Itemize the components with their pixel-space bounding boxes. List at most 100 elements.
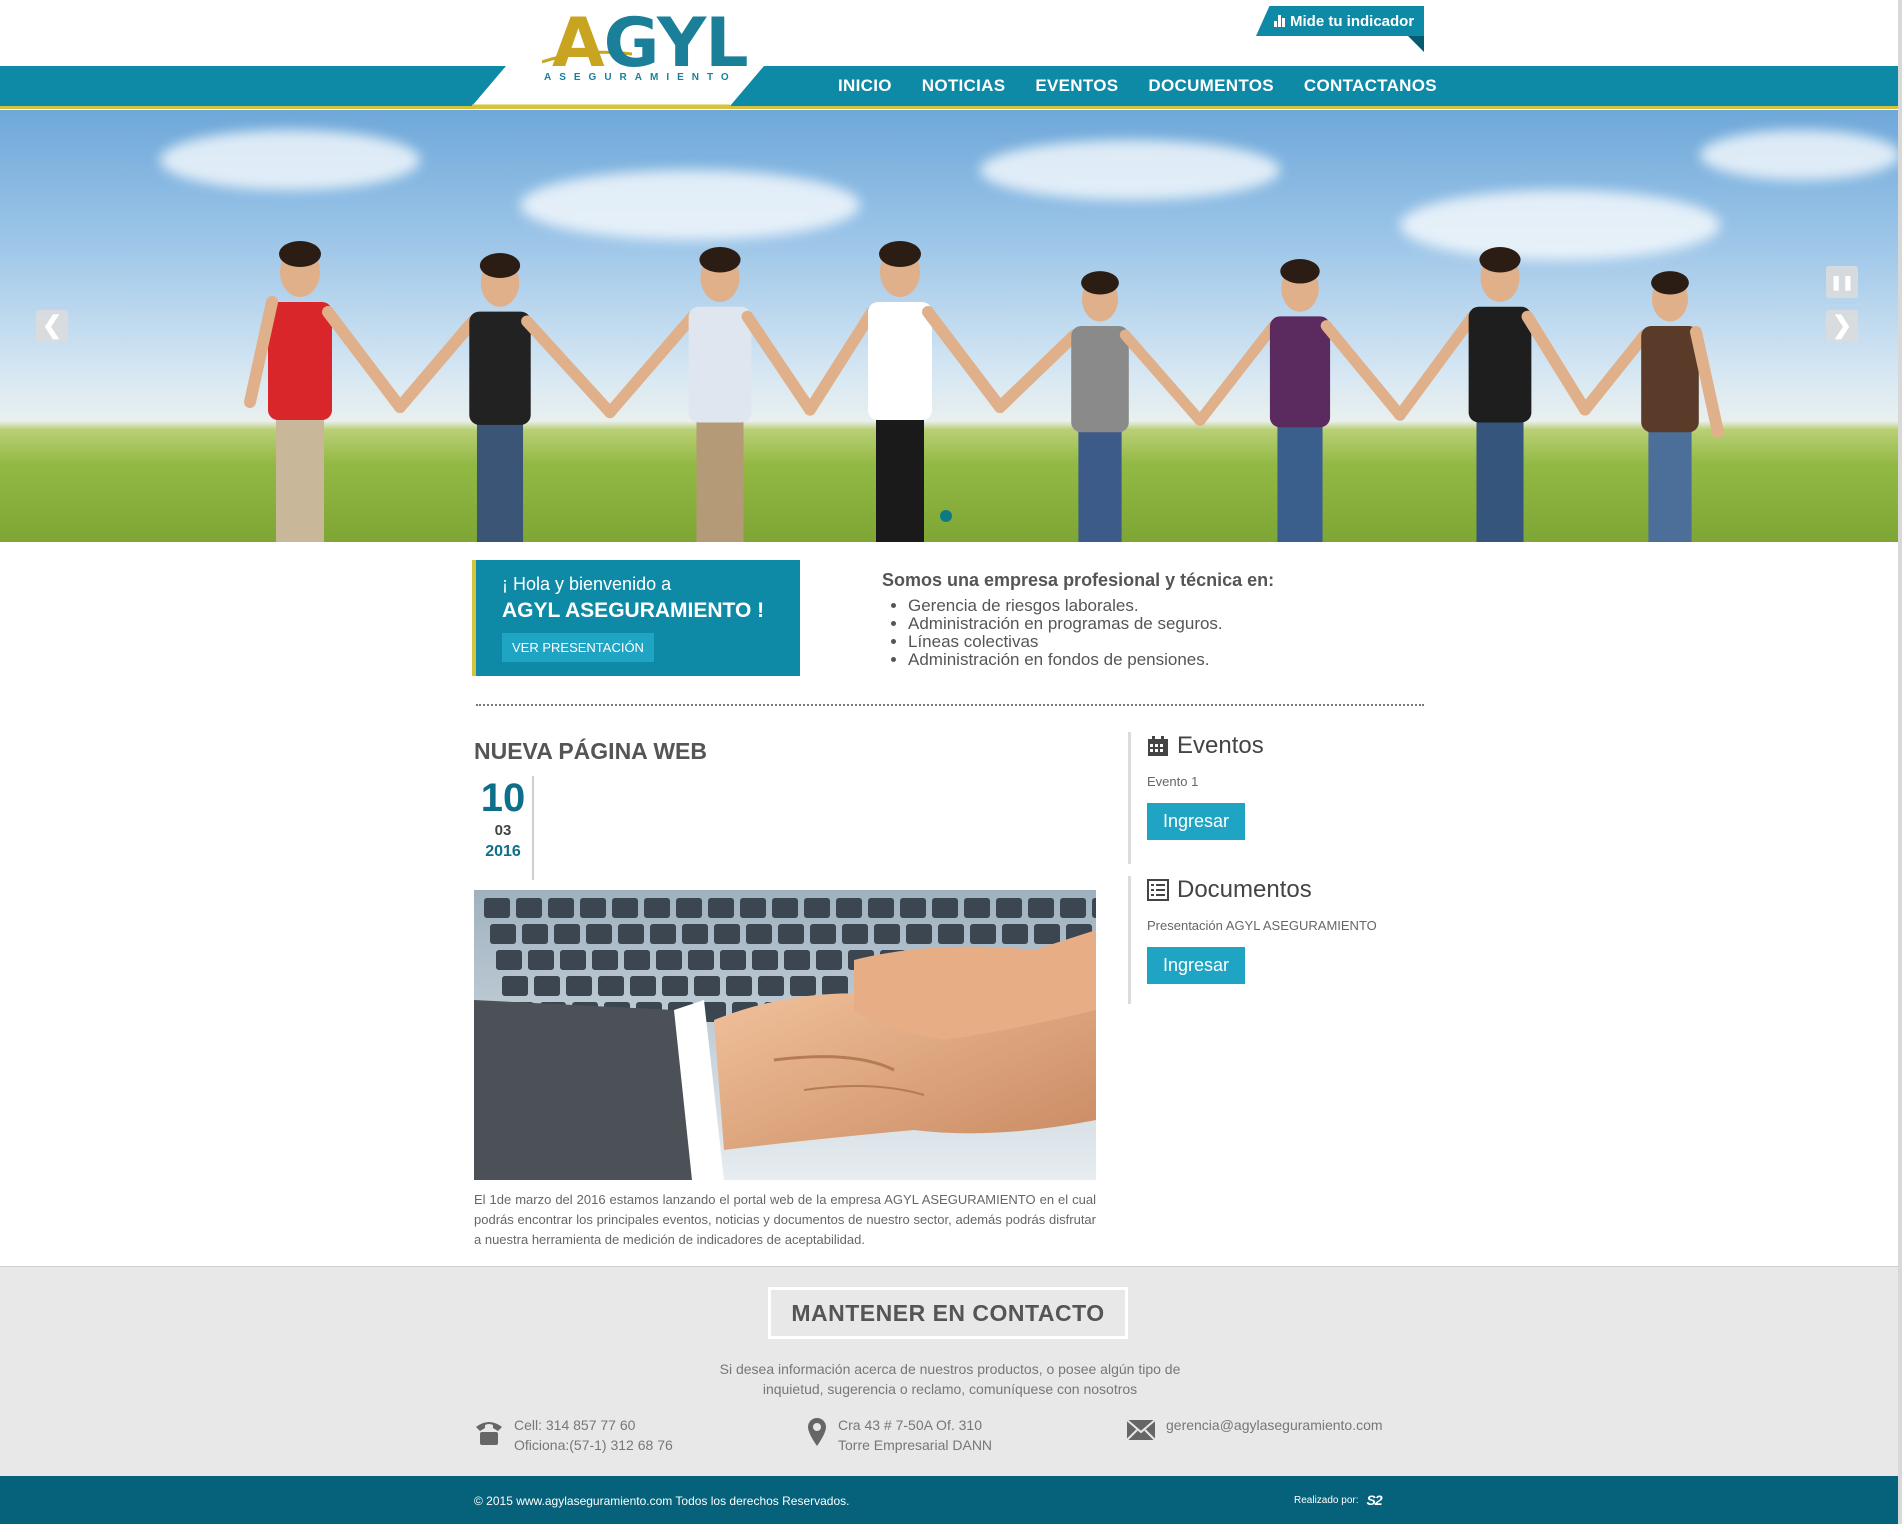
keyboard-key	[996, 898, 1022, 918]
address-line: Cra 43 # 7-50A Of. 310	[838, 1417, 982, 1433]
keyboard-key	[676, 898, 702, 918]
event-item[interactable]: Evento 1	[1147, 774, 1424, 789]
hero-prev-button[interactable]: ❮	[36, 310, 68, 342]
document-item[interactable]: Presentación AGYL ASEGURAMIENTO	[1147, 918, 1424, 933]
events-title-label: Eventos	[1177, 732, 1264, 759]
person-legs	[1078, 425, 1122, 542]
keyboard-key	[534, 976, 560, 996]
person-torso	[1641, 326, 1699, 433]
map-pin-icon	[808, 1418, 826, 1446]
contact-footer: MANTENER EN CONTACTO Si desea informació…	[0, 1266, 1898, 1476]
keyboard-key	[694, 976, 720, 996]
keyboard-key	[784, 950, 810, 970]
bar-chart-icon	[1274, 15, 1285, 27]
documents-title: Documentos	[1147, 876, 1424, 904]
documents-enter-button[interactable]: Ingresar	[1147, 947, 1246, 984]
view-presentation-button[interactable]: VER PRESENTACIÓN	[502, 633, 654, 662]
person-hair	[879, 241, 921, 267]
contact-heading-button[interactable]: MANTENER EN CONTACTO	[768, 1287, 1128, 1339]
section-divider	[476, 704, 1424, 706]
keyboard-key	[874, 924, 900, 944]
person-torso	[1269, 316, 1331, 428]
logo-subtitle: ASEGURAMIENTO	[544, 72, 737, 83]
keyboard-key	[778, 924, 804, 944]
person-legs	[276, 412, 324, 542]
person-arm	[1690, 326, 1724, 438]
keyboard-key	[938, 924, 964, 944]
welcome-greeting: ¡ Hola y bienvenido a	[502, 574, 672, 594]
hero-pause-button[interactable]: ❚❚	[1826, 266, 1858, 298]
email-link[interactable]: gerencia@agylaseguramiento.com	[1166, 1415, 1383, 1435]
keyboard-key	[1028, 898, 1054, 918]
person-legs	[876, 412, 924, 542]
hero-photo-people-holding-hands	[244, 241, 1724, 542]
person-torso	[469, 311, 531, 425]
hero-next-button[interactable]: ❯	[1826, 310, 1858, 342]
keyboard-key	[708, 898, 734, 918]
keyboard-key	[656, 950, 682, 970]
keyboard-key	[644, 898, 670, 918]
person-legs	[696, 414, 744, 542]
person-torso	[868, 302, 932, 420]
person-hair	[1479, 247, 1521, 273]
handshake-illustration	[474, 890, 1096, 1180]
nav-item-noticias[interactable]: NOTICIAS	[922, 76, 1006, 96]
services-list: Gerencia de riesgos laborales. Administr…	[882, 597, 1382, 669]
service-item: Líneas colectivas	[908, 633, 1382, 651]
contact-message-line: Si desea información acerca de nuestros …	[719, 1361, 1181, 1377]
hero-slide-indicator[interactable]	[940, 510, 952, 522]
keyboard-key	[522, 924, 548, 944]
keyboard-key	[560, 950, 586, 970]
nav-item-inicio[interactable]: INICIO	[838, 76, 892, 96]
keyboard-key	[816, 950, 842, 970]
person-arm	[1394, 310, 1479, 421]
keyboard-key	[502, 976, 528, 996]
person-arm	[804, 306, 878, 416]
copyright: © 2015 www.agylaseguramiento.com Todos l…	[474, 1494, 850, 1508]
envelope-icon	[1126, 1419, 1156, 1441]
scrollbar[interactable]	[1898, 0, 1902, 1524]
person-arm	[322, 306, 406, 413]
person-arm	[1194, 320, 1280, 426]
indicator-button[interactable]: Mide tu indicador	[1256, 6, 1424, 36]
nav-item-eventos[interactable]: EVENTOS	[1035, 76, 1118, 96]
keyboard-key	[566, 976, 592, 996]
person-hair	[699, 247, 741, 273]
keyboard-key	[772, 898, 798, 918]
keyboard-key	[548, 898, 574, 918]
welcome-company: AGYL ASEGURAMIENTO !	[502, 599, 765, 622]
keyboard-key	[484, 898, 510, 918]
keyboard-key	[1002, 924, 1028, 944]
person-legs	[1277, 419, 1323, 542]
keyboard-key	[810, 924, 836, 944]
person-arm	[741, 310, 816, 416]
article-image-handshake[interactable]	[474, 890, 1096, 1180]
keyboard-key	[964, 898, 990, 918]
contact-phone: Cell: 314 857 77 60 Oficiona:(57-1) 312 …	[474, 1415, 673, 1455]
logo[interactable]: AGYL ASEGURAMIENTO	[472, 0, 764, 108]
article-date: 10 03 2016	[474, 776, 534, 880]
keyboard-key	[554, 924, 580, 944]
documents-title-label: Documentos	[1177, 876, 1312, 903]
nav-item-contactanos[interactable]: CONTACTANOS	[1304, 76, 1437, 96]
person-torso	[1468, 306, 1532, 423]
chevron-left-icon: ❮	[41, 312, 63, 339]
agency-logo[interactable]: S2	[1366, 1492, 1382, 1508]
keyboard-key	[900, 898, 926, 918]
keyboard-key	[528, 950, 554, 970]
person-arm	[604, 310, 699, 419]
keyboard-key	[580, 898, 606, 918]
about-title: Somos una empresa profesional y técnica …	[882, 570, 1275, 590]
keyboard-key	[726, 976, 752, 996]
pause-icon: ❚❚	[1830, 274, 1854, 290]
events-enter-button[interactable]: Ingresar	[1147, 803, 1246, 840]
person-arm	[922, 306, 1006, 413]
address-line: Torre Empresarial DANN	[838, 1437, 993, 1453]
contact-email: gerencia@agylaseguramiento.com	[1126, 1415, 1383, 1443]
phone-cell: Cell: 314 857 77 60	[514, 1417, 636, 1433]
article-title[interactable]: NUEVA PÁGINA WEB	[474, 738, 707, 765]
nav-item-documentos[interactable]: DOCUMENTOS	[1148, 76, 1273, 96]
indicator-ribbon-fold	[1408, 36, 1424, 52]
contact-address: Cra 43 # 7-50A Of. 310 Torre Empresarial…	[806, 1415, 992, 1455]
bottom-bar: © 2015 www.agylaseguramiento.com Todos l…	[0, 1476, 1898, 1524]
